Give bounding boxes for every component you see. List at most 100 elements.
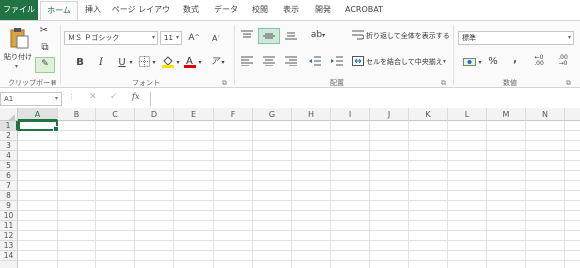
column-header-c[interactable]: C — [96, 108, 135, 121]
comma-style-icon[interactable]: , — [510, 54, 520, 66]
number-format-combo[interactable]: 標準 ▾ — [458, 31, 574, 45]
wrap-text-icon[interactable] — [352, 30, 365, 44]
tab-home[interactable]: ホーム — [40, 1, 78, 21]
decrease-indent-icon[interactable] — [308, 56, 322, 70]
column-header-g[interactable]: G — [253, 108, 292, 121]
paste-dropdown-arrow[interactable]: ▾ — [15, 62, 18, 72]
align-bottom-icon[interactable] — [284, 30, 298, 44]
merge-center-icon[interactable] — [352, 56, 364, 70]
orientation-icon[interactable]: ab▾ — [310, 29, 326, 42]
column-header-f[interactable]: F — [214, 108, 253, 121]
decrease-decimal-icon[interactable]: .00 →0 — [556, 55, 570, 67]
paste-label[interactable]: 貼り付け — [4, 52, 32, 62]
font-size-combo[interactable]: 11 ▾ — [160, 31, 182, 45]
chevron-down-icon[interactable]: ▾ — [175, 57, 181, 69]
decrease-font-icon[interactable]: Aˇ — [210, 33, 222, 45]
chevron-down-icon[interactable]: ▾ — [197, 57, 203, 69]
align-left-icon[interactable] — [240, 56, 254, 70]
clipboard-launcher-icon[interactable]: ⧉ — [51, 79, 56, 88]
row-header-4[interactable]: 4 — [0, 151, 18, 161]
percent-style-icon[interactable]: % — [487, 56, 499, 68]
row-header-1[interactable]: 1 — [0, 121, 18, 131]
column-header-d[interactable]: D — [135, 108, 174, 121]
align-middle-icon[interactable] — [258, 28, 280, 44]
phonetic-icon[interactable]: ア — [210, 56, 220, 68]
increase-font-icon[interactable]: A^ — [188, 32, 200, 44]
active-cell-a1[interactable] — [18, 120, 59, 132]
row-header-12[interactable]: 12 — [0, 231, 18, 241]
row-header-2[interactable]: 2 — [0, 131, 18, 141]
clipboard-group-label: クリップボード — [8, 79, 57, 87]
increase-decimal-icon[interactable]: ←0.00 — [532, 55, 546, 67]
formula-input[interactable] — [150, 92, 580, 106]
row-header-5[interactable]: 5 — [0, 161, 18, 171]
row-header-7[interactable]: 7 — [0, 181, 18, 191]
tab-file[interactable]: ファイル — [0, 0, 38, 20]
chevron-down-icon[interactable]: ▾ — [128, 57, 134, 69]
row-header-13[interactable]: 13 — [0, 241, 18, 251]
font-name-value: ＭＳ Ｐゴシック — [68, 34, 120, 42]
enter-icon[interactable]: ✓ — [110, 92, 118, 102]
cancel-icon[interactable]: ✕ — [89, 92, 97, 102]
align-top-icon[interactable] — [240, 30, 254, 44]
row-header-10[interactable]: 10 — [0, 211, 18, 221]
number-launcher-icon[interactable]: ⧉ — [566, 79, 571, 88]
chevron-down-icon[interactable]: ▾ — [220, 57, 226, 69]
column-header-k[interactable]: K — [409, 108, 448, 121]
column-header-m[interactable]: M — [487, 108, 526, 121]
align-right-icon[interactable] — [284, 56, 298, 70]
fill-handle[interactable] — [53, 126, 59, 132]
row-header-3[interactable]: 3 — [0, 141, 18, 151]
paste-button[interactable] — [8, 27, 30, 49]
italic-icon[interactable]: I — [96, 57, 106, 69]
bold-icon[interactable]: B — [74, 57, 86, 69]
accounting-format-icon[interactable] — [462, 56, 476, 71]
alignment-launcher-icon[interactable]: ⧉ — [441, 79, 446, 88]
tab-data[interactable]: データ — [210, 0, 242, 20]
align-bottom-glyph-icon — [285, 32, 297, 40]
merge-center-label[interactable]: セルを結合して中央揃え — [366, 57, 443, 67]
copy-icon[interactable]: ⧉ — [38, 42, 52, 54]
column-header-l[interactable]: L — [448, 108, 487, 121]
row-header-14[interactable]: 14 — [0, 251, 18, 261]
column-header-n[interactable]: N — [526, 108, 565, 121]
insert-function-icon[interactable]: fx — [132, 92, 139, 101]
column-header-e[interactable]: E — [174, 108, 214, 121]
tab-acrobat[interactable]: ACROBAT — [340, 0, 388, 20]
chevron-down-icon[interactable]: ▾ — [443, 57, 446, 67]
chevron-down-icon: ▾ — [175, 34, 179, 41]
font-color-icon[interactable]: A — [184, 54, 196, 72]
row-header-11[interactable]: 11 — [0, 221, 18, 231]
tab-view[interactable]: 表示 — [278, 0, 304, 20]
row-header-6[interactable]: 6 — [0, 171, 18, 181]
chevron-down-icon[interactable]: ▾ — [151, 57, 157, 69]
name-box[interactable]: A1 ▾ — [0, 92, 62, 106]
column-header-i[interactable]: I — [331, 108, 370, 121]
tab-formulas[interactable]: 数式 — [178, 0, 204, 20]
column-header-b[interactable]: B — [58, 108, 96, 121]
row-header-9[interactable]: 9 — [0, 201, 18, 211]
underline-icon[interactable]: U — [116, 57, 128, 69]
row-header-8[interactable]: 8 — [0, 191, 18, 201]
font-name-combo[interactable]: ＭＳ Ｐゴシック ▾ — [64, 31, 158, 45]
formula-bar-grip-icon[interactable]: ⋮ — [68, 93, 75, 101]
tab-developer[interactable]: 開発 — [310, 0, 336, 20]
chevron-down-icon[interactable]: ▾ — [477, 57, 483, 69]
select-all-corner[interactable] — [0, 108, 18, 121]
column-header-h[interactable]: H — [292, 108, 331, 121]
outdent-glyph-icon — [309, 56, 321, 66]
increase-indent-icon[interactable] — [330, 56, 344, 70]
cut-icon[interactable]: ✂ — [38, 25, 50, 37]
format-painter-icon[interactable]: ✎ — [35, 57, 55, 73]
fill-color-icon[interactable] — [162, 54, 174, 72]
tab-page-layout[interactable]: ページ レイアウト — [108, 0, 174, 34]
font-launcher-icon[interactable]: ⧉ — [222, 79, 227, 88]
ribbon: 貼り付け ▾ ✂ ⧉ ✎ クリップボード ⧉ ＭＳ Ｐゴシック ▾ 11 ▾ A… — [0, 20, 580, 88]
column-header-j[interactable]: J — [370, 108, 409, 121]
wrap-text-label[interactable]: 折り返して全体を表示する — [366, 31, 450, 41]
borders-icon[interactable] — [138, 56, 150, 71]
tab-insert[interactable]: 挿入 — [80, 0, 106, 20]
align-center-icon[interactable] — [262, 56, 276, 70]
tab-review[interactable]: 校閲 — [246, 0, 274, 20]
worksheet-grid[interactable]: A B C D E F G H I J K L M N 1 2 3 4 5 6 … — [0, 108, 580, 268]
